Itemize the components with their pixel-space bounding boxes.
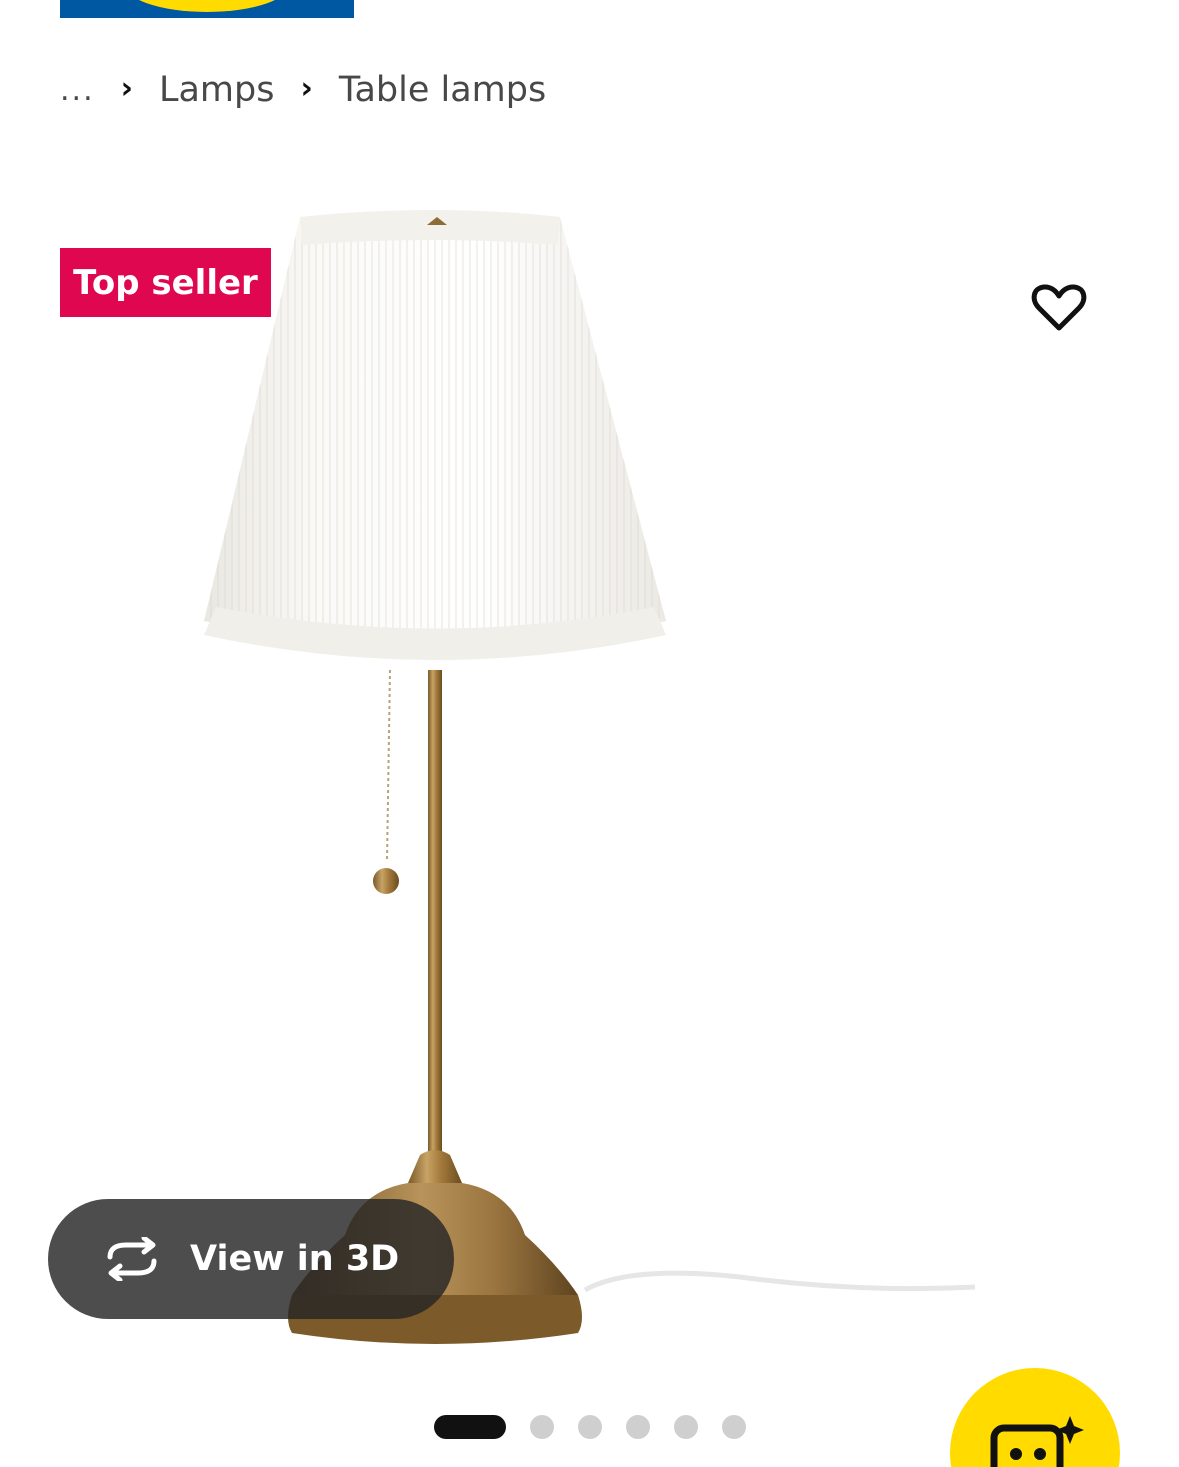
lamp-stem [428, 670, 442, 1160]
image-carousel-pagination [434, 1414, 770, 1440]
lamp-shade [204, 210, 666, 660]
power-cord [583, 1270, 976, 1293]
pull-chain [373, 669, 399, 894]
logo-oval [122, 0, 292, 12]
view-in-3d-label: View in 3D [190, 1239, 400, 1279]
breadcrumb: ... › Lamps › Table lamps [60, 62, 572, 118]
chevron-right-icon: › [120, 70, 133, 106]
carousel-dot[interactable] [626, 1415, 650, 1439]
carousel-dot[interactable] [578, 1415, 602, 1439]
breadcrumb-item-lamps[interactable]: Lamps [159, 70, 275, 110]
rotate-3d-icon [107, 1237, 157, 1281]
breadcrumb-ellipsis[interactable]: ... [60, 73, 95, 108]
favourite-button[interactable] [1024, 276, 1094, 340]
carousel-dot[interactable] [530, 1415, 554, 1439]
carousel-dot[interactable] [674, 1415, 698, 1439]
carousel-dot[interactable] [722, 1415, 746, 1439]
ikea-logo[interactable] [60, 0, 354, 18]
ai-camera-sparkle-icon [990, 1416, 1084, 1467]
chevron-right-icon: › [300, 70, 313, 106]
breadcrumb-item-table-lamps[interactable]: Table lamps [339, 70, 546, 110]
top-seller-badge: Top seller [60, 248, 271, 317]
view-in-3d-button[interactable]: View in 3D [48, 1199, 454, 1319]
visual-search-button[interactable] [950, 1368, 1120, 1467]
heart-outline-icon [1031, 284, 1087, 331]
carousel-dot-active[interactable] [434, 1415, 506, 1439]
table-lamp-product-image[interactable] [180, 195, 1000, 1365]
